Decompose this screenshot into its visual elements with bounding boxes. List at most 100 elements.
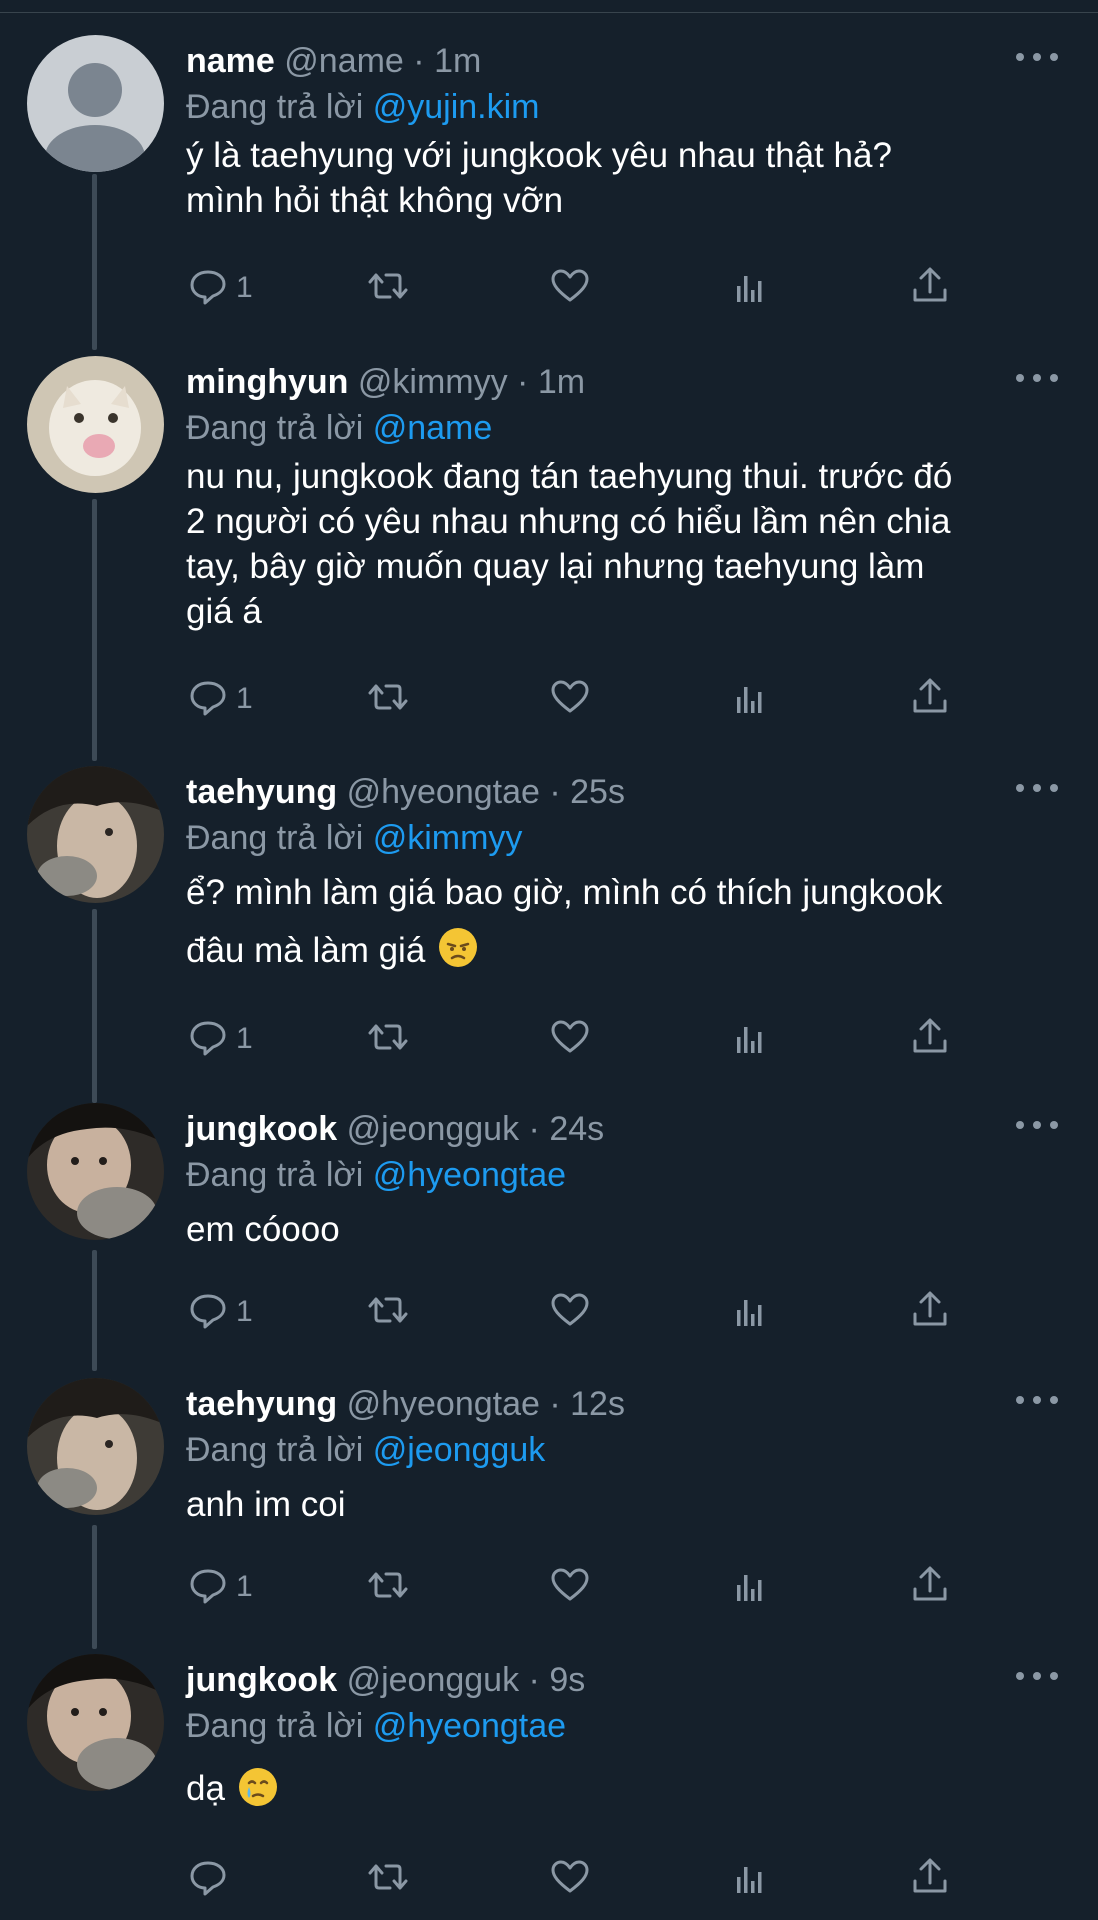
views-icon xyxy=(728,1015,772,1064)
share-button[interactable] xyxy=(908,263,952,313)
share-icon xyxy=(908,1288,952,1337)
timestamp[interactable]: 1m xyxy=(538,363,585,401)
share-button[interactable] xyxy=(908,674,952,724)
like-icon xyxy=(548,1288,592,1337)
display-name[interactable]: minghyun xyxy=(186,363,348,401)
tweet-text: nu nu, jungkook đang tán taehyung thui. … xyxy=(186,457,953,631)
views-icon xyxy=(728,1563,772,1612)
timestamp[interactable]: 25s xyxy=(570,773,625,811)
share-icon xyxy=(908,1015,952,1064)
views-button[interactable] xyxy=(728,263,772,313)
share-button[interactable] xyxy=(908,1854,952,1904)
reply-button[interactable]: 1 xyxy=(186,1014,253,1064)
like-icon xyxy=(548,264,592,313)
reply-count: 1 xyxy=(236,1022,253,1055)
like-icon xyxy=(548,1015,592,1064)
replying-to-handle[interactable]: @jeongguk xyxy=(373,1431,546,1469)
share-icon xyxy=(908,1855,952,1904)
replying-to: Đang trả lời @jeongguk xyxy=(186,1431,546,1469)
reply-count: 1 xyxy=(236,1295,253,1328)
reply-button[interactable] xyxy=(186,1854,236,1904)
more-options-icon[interactable] xyxy=(1016,47,1058,67)
reply-button[interactable]: 1 xyxy=(186,674,253,724)
handle[interactable]: @jeongguk xyxy=(347,1110,520,1148)
avatar[interactable] xyxy=(27,1654,164,1791)
retweet-icon xyxy=(366,1563,410,1612)
handle[interactable]: @kimmyy xyxy=(358,363,508,401)
unamused-face-emoji xyxy=(439,928,478,967)
display-name[interactable]: taehyung xyxy=(186,1385,337,1423)
like-button[interactable] xyxy=(548,1854,592,1904)
reply-button[interactable]: 1 xyxy=(186,263,253,313)
like-button[interactable] xyxy=(548,674,592,724)
replying-to-handle[interactable]: @name xyxy=(373,409,493,447)
retweet-icon xyxy=(366,1855,410,1904)
handle[interactable]: @name xyxy=(284,42,404,80)
views-button[interactable] xyxy=(728,1562,772,1612)
avatar[interactable] xyxy=(27,1103,164,1240)
timestamp[interactable]: 24s xyxy=(549,1110,604,1148)
timestamp[interactable]: 9s xyxy=(549,1661,585,1699)
avatar[interactable] xyxy=(27,1378,164,1515)
retweet-icon xyxy=(366,1288,410,1337)
tweet-actions: 1 xyxy=(186,263,976,313)
views-button[interactable] xyxy=(728,1014,772,1064)
like-button[interactable] xyxy=(548,1287,592,1337)
tweet-actions: 1 xyxy=(186,1287,976,1337)
views-icon xyxy=(728,1288,772,1337)
reply-button[interactable]: 1 xyxy=(186,1287,253,1337)
reply-icon xyxy=(186,675,230,724)
replying-to-handle[interactable]: @kimmyy xyxy=(373,819,523,857)
reply-count: 1 xyxy=(236,682,253,715)
share-icon xyxy=(908,675,952,724)
reply-icon xyxy=(186,1015,230,1064)
tweet-header: jungkook @jeongguk · 24s xyxy=(186,1110,605,1148)
retweet-button[interactable] xyxy=(366,1287,410,1337)
avatar[interactable] xyxy=(27,766,164,903)
share-icon xyxy=(908,264,952,313)
retweet-button[interactable] xyxy=(366,263,410,313)
display-name[interactable]: taehyung xyxy=(186,773,337,811)
display-name[interactable]: name xyxy=(186,42,275,80)
share-button[interactable] xyxy=(908,1562,952,1612)
reply-button[interactable]: 1 xyxy=(186,1562,253,1612)
views-button[interactable] xyxy=(728,674,772,724)
more-options-icon[interactable] xyxy=(1016,1115,1058,1135)
views-icon xyxy=(728,264,772,313)
replying-to-handle[interactable]: @hyeongtae xyxy=(373,1156,566,1194)
retweet-button[interactable] xyxy=(366,674,410,724)
views-icon xyxy=(728,675,772,724)
retweet-button[interactable] xyxy=(366,1014,410,1064)
like-button[interactable] xyxy=(548,263,592,313)
share-button[interactable] xyxy=(908,1014,952,1064)
more-options-icon[interactable] xyxy=(1016,1390,1058,1410)
replying-to-handle[interactable]: @hyeongtae xyxy=(373,1707,566,1745)
handle[interactable]: @hyeongtae xyxy=(347,1385,540,1423)
retweet-icon xyxy=(366,1015,410,1064)
tweet-text: ể? mình làm giá bao giờ, mình có thích j… xyxy=(186,873,943,970)
timestamp[interactable]: 1m xyxy=(434,42,481,80)
retweet-button[interactable] xyxy=(366,1562,410,1612)
more-options-icon[interactable] xyxy=(1016,778,1058,798)
more-options-icon[interactable] xyxy=(1016,1666,1058,1686)
replying-to-handle[interactable]: @yujin.kim xyxy=(373,88,540,126)
thread-line xyxy=(92,1250,97,1371)
avatar[interactable] xyxy=(27,356,164,493)
reply-count: 1 xyxy=(236,1570,253,1603)
timestamp[interactable]: 12s xyxy=(570,1385,625,1423)
views-button[interactable] xyxy=(728,1287,772,1337)
display-name[interactable]: jungkook xyxy=(186,1110,337,1148)
views-button[interactable] xyxy=(728,1854,772,1904)
like-button[interactable] xyxy=(548,1014,592,1064)
display-name[interactable]: jungkook xyxy=(186,1661,337,1699)
replying-to: Đang trả lời @name xyxy=(186,409,493,447)
avatar[interactable] xyxy=(27,35,164,172)
handle[interactable]: @hyeongtae xyxy=(347,773,540,811)
handle[interactable]: @jeongguk xyxy=(347,1661,520,1699)
reply-icon xyxy=(186,1288,230,1337)
retweet-button[interactable] xyxy=(366,1854,410,1904)
share-button[interactable] xyxy=(908,1287,952,1337)
more-options-icon[interactable] xyxy=(1016,368,1058,388)
like-button[interactable] xyxy=(548,1562,592,1612)
tweet-header: name @name · 1m xyxy=(186,42,482,80)
